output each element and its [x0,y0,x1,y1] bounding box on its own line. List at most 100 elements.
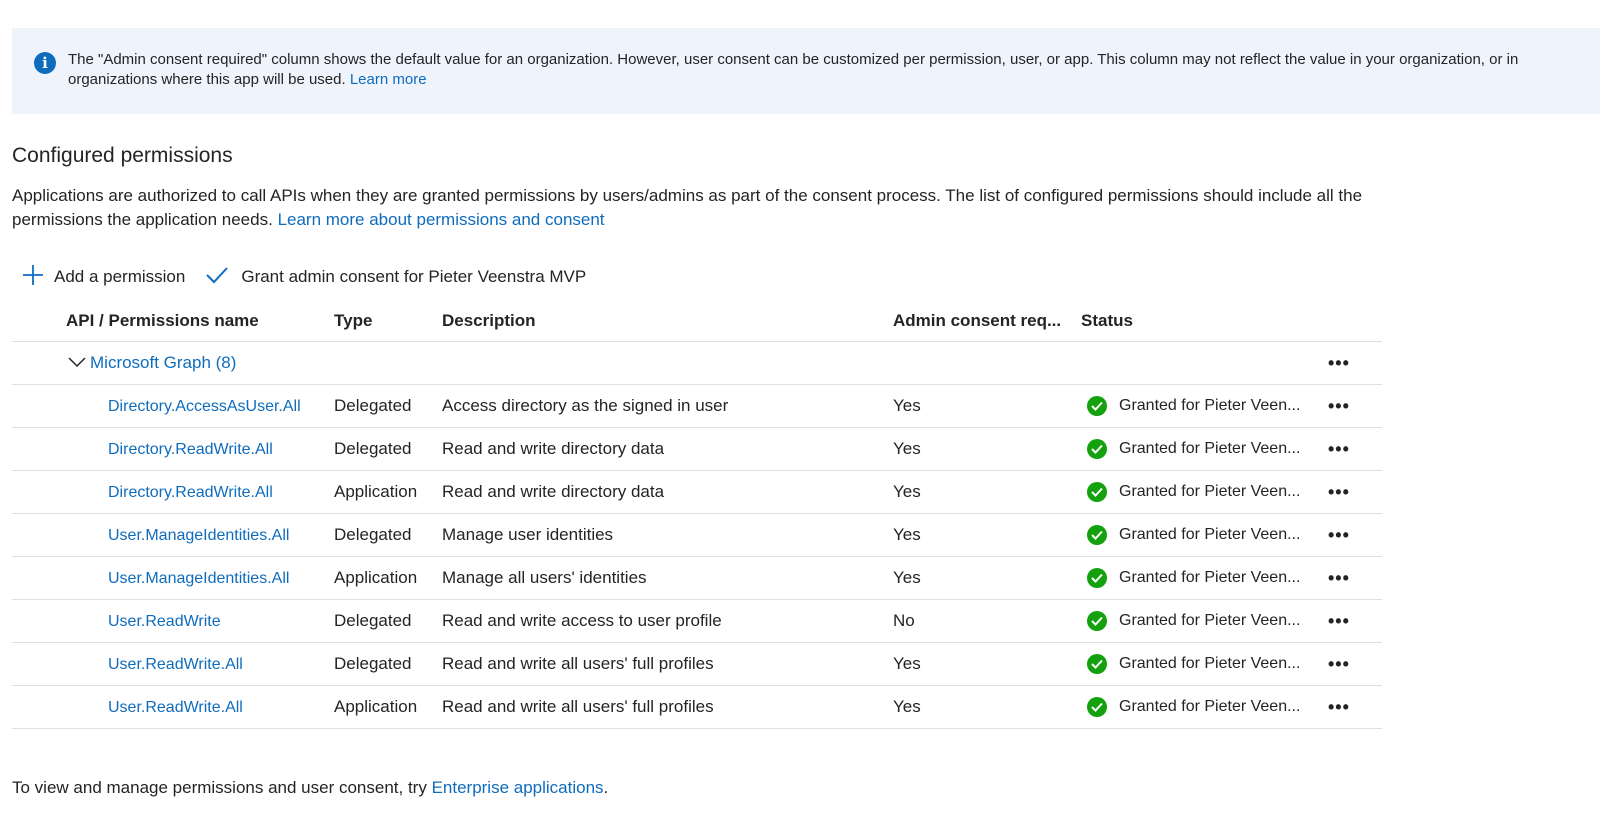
info-learn-more-link[interactable]: Learn more [350,71,427,88]
permission-description: Read and write access to user profile [442,611,722,630]
section-title: Configured permissions [12,144,233,167]
grant-admin-consent-label: Grant admin consent for Pieter Veenstra … [241,267,587,286]
permissions-consent-link[interactable]: Learn more about permissions and consent [278,210,605,229]
permission-type: Delegated [334,396,412,415]
permission-type: Delegated [334,525,412,544]
permission-type: Application [334,482,418,501]
status-cell: Granted for Pieter Veen... [1081,568,1328,588]
info-icon: i [34,52,56,74]
table-row[interactable]: User.ManageIdentities.All Application Mana… [12,557,1382,600]
permission-type: Application [334,697,418,716]
permissions-table: API / Permissions name Type Description … [12,300,1382,729]
more-options-icon[interactable]: ••• [1328,439,1382,460]
more-options-icon[interactable]: ••• [1328,482,1382,503]
header-description[interactable]: Description [442,311,893,331]
permission-type: Delegated [334,439,412,458]
info-banner-text: The "Admin consent required" column show… [68,50,1576,90]
more-options-icon[interactable]: ••• [1328,697,1382,718]
status-cell: Granted for Pieter Veen... [1081,654,1328,674]
more-options-icon[interactable]: ••• [1328,525,1382,546]
permission-name-link[interactable]: User.ManageIdentities.All [66,527,289,544]
success-check-icon [1087,697,1107,717]
table-row[interactable]: User.ReadWrite.All Application Read and wr… [12,686,1382,729]
permission-name-link[interactable]: Directory.ReadWrite.All [66,441,273,458]
permission-description: Read and write directory data [442,439,665,458]
permission-name-link[interactable]: User.ManageIdentities.All [66,570,289,587]
admin-consent-value: Yes [893,482,921,501]
permission-description: Read and write directory data [442,482,665,501]
footer-text: To view and manage permissions and user … [12,778,427,797]
permission-name-link[interactable]: User.ReadWrite.All [66,656,243,673]
status-text: Granted for Pieter Veen... [1119,612,1301,629]
admin-consent-value: Yes [893,525,921,544]
permission-name-link[interactable]: User.ReadWrite.All [66,699,243,716]
status-text: Granted for Pieter Veen... [1119,397,1301,414]
status-text: Granted for Pieter Veen... [1119,698,1301,715]
table-row[interactable]: User.ReadWrite Delegated Read and write ac… [12,600,1382,643]
footer-note: To view and manage permissions and user … [12,778,608,798]
permission-name-link[interactable]: Directory.ReadWrite.All [66,484,273,501]
header-type[interactable]: Type [334,311,442,331]
admin-consent-value: Yes [893,654,921,673]
section-description-text: Applications are authorized to call APIs… [12,186,1363,229]
permission-description: Read and write all users' full profiles [442,654,714,673]
admin-consent-value: Yes [893,439,921,458]
status-text: Granted for Pieter Veen... [1119,440,1301,457]
status-cell: Granted for Pieter Veen... [1081,439,1328,459]
permission-description: Access directory as the signed in user [442,396,729,415]
header-admin-consent[interactable]: Admin consent req... [893,311,1081,331]
status-text: Granted for Pieter Veen... [1119,526,1301,543]
more-options-icon[interactable]: ••• [1328,396,1382,417]
status-cell: Granted for Pieter Veen... [1081,482,1328,502]
table-row[interactable]: User.ManageIdentities.All Delegated Manage… [12,514,1382,557]
status-text: Granted for Pieter Veen... [1119,655,1301,672]
header-status[interactable]: Status [1081,311,1328,331]
plus-icon [22,264,44,291]
section-description: Applications are authorized to call APIs… [12,184,1382,232]
checkmark-icon [205,265,229,290]
admin-consent-value: Yes [893,568,921,587]
permission-description: Read and write all users' full profiles [442,697,714,716]
toolbar: Add a permission Grant admin consent for… [22,264,606,290]
footer-suffix: . [603,778,609,797]
header-name[interactable]: API / Permissions name [12,311,334,331]
table-row[interactable]: Directory.ReadWrite.All Application Read a… [12,471,1382,514]
admin-consent-value: Yes [893,396,921,415]
admin-consent-value: No [893,611,915,630]
table-header: API / Permissions name Type Description … [12,300,1382,342]
enterprise-applications-link[interactable]: Enterprise applications [432,778,604,797]
more-options-icon[interactable]: ••• [1328,353,1382,374]
group-link-microsoft-graph[interactable]: Microsoft Graph (8) [90,353,236,373]
permission-description: Manage all users' identities [442,568,647,587]
success-check-icon [1087,654,1107,674]
status-cell: Granted for Pieter Veen... [1081,396,1328,416]
permission-type: Delegated [334,611,412,630]
info-banner: i The "Admin consent required" column sh… [12,28,1600,114]
status-cell: Granted for Pieter Veen... [1081,697,1328,717]
permission-name-link[interactable]: User.ReadWrite [66,613,221,630]
table-row[interactable]: User.ReadWrite.All Delegated Read and writ… [12,643,1382,686]
permission-name-link[interactable]: Directory.AccessAsUser.All [66,398,301,415]
success-check-icon [1087,568,1107,588]
status-cell: Granted for Pieter Veen... [1081,525,1328,545]
permission-type: Application [334,568,418,587]
group-row-microsoft-graph[interactable]: Microsoft Graph (8) ••• [12,342,1382,385]
admin-consent-value: Yes [893,697,921,716]
table-row[interactable]: Directory.ReadWrite.All Delegated Read and… [12,428,1382,471]
success-check-icon [1087,482,1107,502]
more-options-icon[interactable]: ••• [1328,611,1382,632]
more-options-icon[interactable]: ••• [1328,568,1382,589]
chevron-down-icon[interactable] [68,355,86,371]
more-options-icon[interactable]: ••• [1328,654,1382,675]
grant-admin-consent-button[interactable]: Grant admin consent for Pieter Veenstra … [205,265,586,290]
success-check-icon [1087,396,1107,416]
add-permission-button[interactable]: Add a permission [22,264,185,291]
status-cell: Granted for Pieter Veen... [1081,611,1328,631]
success-check-icon [1087,439,1107,459]
info-banner-message: The "Admin consent required" column show… [68,51,1519,88]
permission-type: Delegated [334,654,412,673]
permission-description: Manage user identities [442,525,614,544]
table-row[interactable]: Directory.AccessAsUser.All Delegated Acces… [12,385,1382,428]
status-text: Granted for Pieter Veen... [1119,483,1301,500]
status-text: Granted for Pieter Veen... [1119,569,1301,586]
